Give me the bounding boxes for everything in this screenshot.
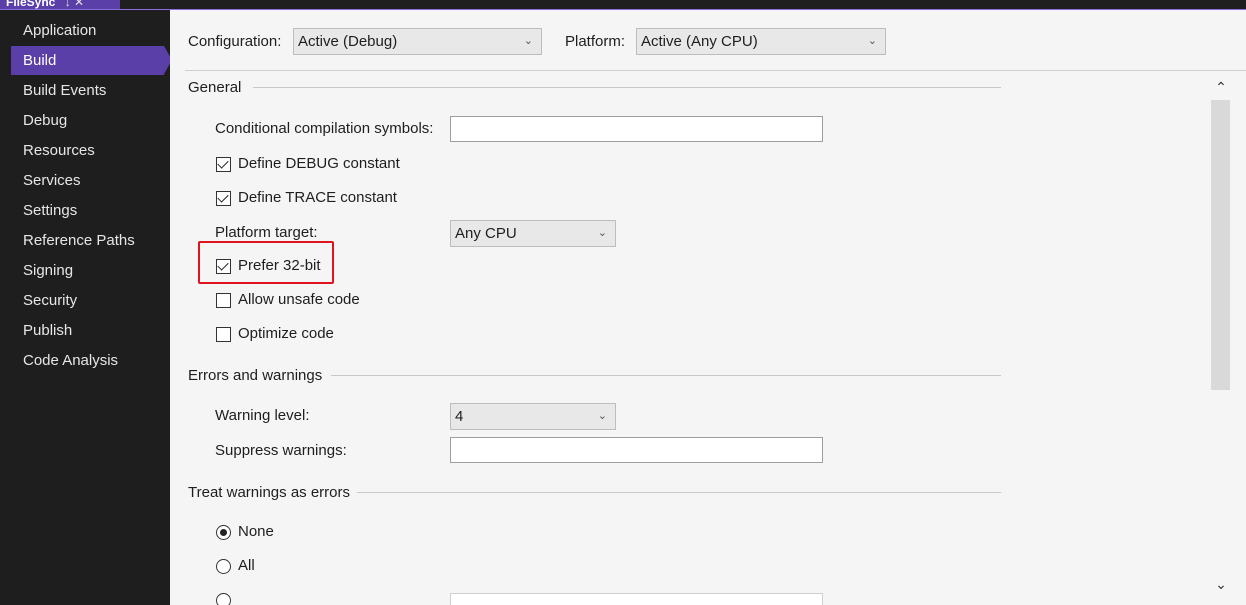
warning-level-dropdown[interactable]: 4 ⌄ <box>450 403 616 430</box>
sidebar-item-build[interactable]: Build <box>11 46 172 75</box>
project-properties-sidebar: Application Build Build Events Debug Res… <box>0 10 172 605</box>
sidebar-item-debug[interactable]: Debug <box>11 106 164 135</box>
chevron-down-icon: ⌄ <box>597 227 607 239</box>
general-section-divider <box>253 87 1001 88</box>
build-properties-panel: Configuration: Active (Debug) ⌄ Platform… <box>170 10 1246 605</box>
treat-warnings-section-divider <box>357 492 1001 493</box>
sidebar-item-services[interactable]: Services <box>11 166 164 195</box>
errors-section-divider <box>331 375 1001 376</box>
sidebar-item-security[interactable]: Security <box>11 286 164 315</box>
specific-warnings-input-partial[interactable] <box>450 593 823 605</box>
document-tab[interactable]: FileSync ↓ ✕ <box>0 0 120 9</box>
treat-warnings-none-radio[interactable] <box>216 525 231 540</box>
sidebar-item-application[interactable]: Application <box>11 16 164 45</box>
optimize-code-checkbox[interactable] <box>216 327 231 342</box>
scroll-up-icon[interactable]: ⌃ <box>1210 79 1232 96</box>
define-debug-label[interactable]: Define DEBUG constant <box>238 155 400 172</box>
configuration-value: Active (Debug) <box>298 33 398 50</box>
platform-target-value: Any CPU <box>455 225 517 242</box>
platform-target-label: Platform target: <box>215 224 318 241</box>
general-section-title: General <box>188 79 242 96</box>
platform-value: Active (Any CPU) <box>641 33 758 50</box>
document-tab-strip: FileSync ↓ ✕ <box>0 0 1246 10</box>
chevron-down-icon: ⌄ <box>597 410 607 422</box>
sidebar-item-build-events[interactable]: Build Events <box>11 76 164 105</box>
define-trace-label[interactable]: Define TRACE constant <box>238 189 397 206</box>
sidebar-item-reference-paths[interactable]: Reference Paths <box>11 226 164 255</box>
sidebar-item-settings[interactable]: Settings <box>11 196 164 225</box>
chevron-down-icon: ⌄ <box>867 35 877 47</box>
tab-title: FileSync <box>6 0 56 9</box>
scroll-down-icon[interactable]: ⌄ <box>1210 576 1232 593</box>
allow-unsafe-code-checkbox[interactable] <box>216 293 231 308</box>
configuration-label: Configuration: <box>188 33 282 50</box>
checkmark-icon <box>217 157 229 169</box>
treat-warnings-none-label[interactable]: None <box>238 523 274 540</box>
allow-unsafe-code-label[interactable]: Allow unsafe code <box>238 291 360 308</box>
warning-level-value: 4 <box>455 408 464 425</box>
vertical-scrollbar[interactable]: ⌃ ⌄ <box>1210 76 1232 605</box>
platform-label: Platform: <box>565 33 626 50</box>
platform-target-dropdown[interactable]: Any CPU ⌄ <box>450 220 616 247</box>
prefer-32bit-checkbox[interactable] <box>216 259 231 274</box>
suppress-warnings-input[interactable] <box>450 437 823 463</box>
conditional-symbols-input[interactable] <box>450 116 823 142</box>
chevron-down-icon: ⌄ <box>523 35 533 47</box>
suppress-warnings-label: Suppress warnings: <box>215 442 347 459</box>
warning-level-label: Warning level: <box>215 407 310 424</box>
toolbar-divider <box>185 70 1246 71</box>
checkmark-icon <box>217 191 229 203</box>
sidebar-item-publish[interactable]: Publish <box>11 316 164 345</box>
treat-warnings-section-title: Treat warnings as errors <box>188 484 350 501</box>
define-trace-checkbox[interactable] <box>216 191 231 206</box>
conditional-symbols-label: Conditional compilation symbols: <box>215 120 434 137</box>
configuration-dropdown[interactable]: Active (Debug) ⌄ <box>293 28 542 55</box>
platform-dropdown[interactable]: Active (Any CPU) ⌄ <box>636 28 886 55</box>
checkmark-icon <box>217 259 229 271</box>
treat-warnings-all-label[interactable]: All <box>238 557 255 574</box>
prefer-32bit-label[interactable]: Prefer 32-bit <box>238 257 321 274</box>
treat-warnings-all-radio[interactable] <box>216 559 231 574</box>
errors-section-title: Errors and warnings <box>188 367 323 384</box>
treat-warnings-specific-radio-partial[interactable] <box>216 593 231 605</box>
radio-selected-dot <box>220 529 227 536</box>
optimize-code-label[interactable]: Optimize code <box>238 325 334 342</box>
sidebar-item-signing[interactable]: Signing <box>11 256 164 285</box>
sidebar-item-code-analysis[interactable]: Code Analysis <box>11 346 164 375</box>
tab-pin-close-icons[interactable]: ↓ ✕ <box>65 0 84 9</box>
define-debug-checkbox[interactable] <box>216 157 231 172</box>
sidebar-item-resources[interactable]: Resources <box>11 136 164 165</box>
scrollbar-thumb[interactable] <box>1211 100 1230 390</box>
